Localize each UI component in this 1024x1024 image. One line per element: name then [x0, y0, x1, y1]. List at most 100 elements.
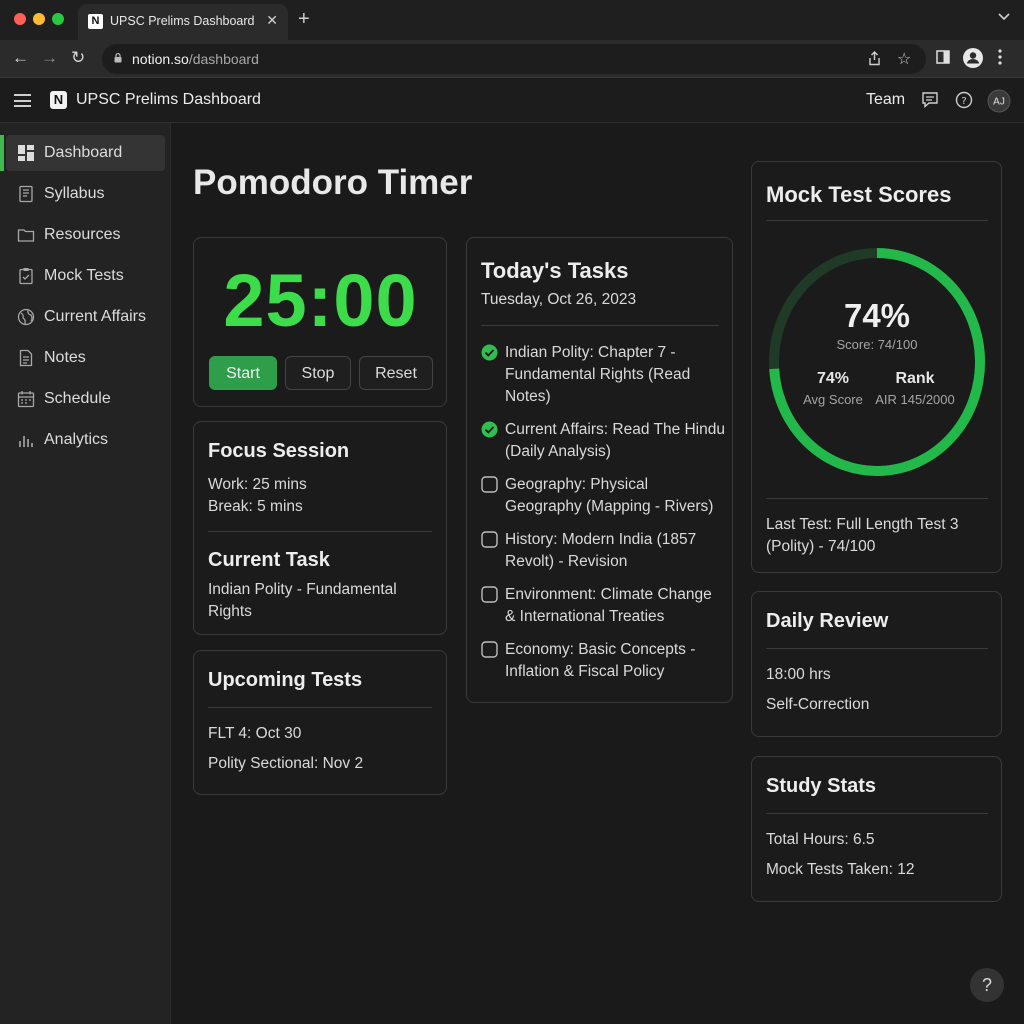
- daily-review-title: Daily Review: [766, 610, 889, 632]
- url-path: /dashboard: [188, 51, 259, 67]
- sidebar-item-syllabus[interactable]: Syllabus: [6, 176, 165, 212]
- tab-search-chevron-icon[interactable]: [998, 10, 1010, 24]
- sidebar-item-label: Analytics: [44, 431, 109, 448]
- break-duration: Break: 5 mins: [208, 498, 303, 515]
- checkbox-icon[interactable]: [481, 531, 498, 548]
- upcoming-tests-title: Upcoming Tests: [208, 669, 363, 691]
- start-button[interactable]: Start: [209, 356, 277, 390]
- comment-icon[interactable]: [921, 91, 939, 109]
- sidebar-item-label: Schedule: [44, 390, 111, 407]
- sidebar-item-label: Notes: [44, 349, 86, 366]
- sidebar-item-analytics[interactable]: Analytics: [6, 422, 165, 458]
- checked-circle-icon[interactable]: [481, 421, 498, 438]
- page-title: Pomodoro Timer: [193, 163, 473, 202]
- mock-scores-title: Mock Test Scores: [766, 182, 952, 207]
- sidebar-item-dashboard[interactable]: Dashboard: [0, 135, 165, 171]
- divider: [481, 325, 719, 326]
- sidebar-item-mock-tests[interactable]: Mock Tests: [6, 258, 165, 294]
- hamburger-menu-icon[interactable]: [14, 94, 31, 107]
- team-button[interactable]: Team: [866, 91, 905, 109]
- browser-toolbar: ← → ↻ notion.so/dashboard ☆: [0, 40, 1024, 78]
- back-arrow-icon[interactable]: ←: [12, 48, 29, 68]
- current-task-value: Indian Polity - Fundamental Rights: [208, 581, 397, 620]
- divider: [208, 531, 432, 532]
- app-title: UPSC Prelims Dashboard: [76, 91, 261, 108]
- stop-button[interactable]: Stop: [285, 356, 351, 390]
- task-text: History: Modern India (1857 Revolt) - Re…: [505, 531, 697, 570]
- url-text: notion.so/dashboard: [132, 51, 259, 67]
- side-panel-icon[interactable]: [936, 50, 950, 67]
- checkbox-icon[interactable]: [481, 476, 498, 493]
- folder-icon: [17, 229, 35, 242]
- kebab-menu-icon[interactable]: [998, 49, 1002, 68]
- avg-score-value: 74%: [816, 370, 850, 387]
- avatar[interactable]: AJ: [987, 89, 1011, 113]
- sidebar: Dashboard Syllabus Resources Mock Tests …: [0, 123, 171, 1024]
- review-note: Self-Correction: [766, 696, 870, 713]
- grid-icon: [18, 145, 34, 161]
- divider: [766, 220, 988, 221]
- focus-session-card: Focus Session Work: 25 mins Break: 5 min…: [193, 421, 447, 635]
- rank-value: Rank: [895, 370, 935, 387]
- tasks-date: Tuesday, Oct 26, 2023: [481, 291, 637, 308]
- current-task-title: Current Task: [208, 549, 330, 571]
- divider: [208, 707, 432, 708]
- reset-button[interactable]: Reset: [359, 356, 433, 390]
- daily-review-card: Daily Review 18:00 hrs Self-Correction: [751, 591, 1002, 737]
- sidebar-item-resources[interactable]: Resources: [6, 217, 165, 253]
- score-detail: Score: 74/100: [836, 337, 918, 352]
- book-icon: [19, 185, 33, 203]
- avatar-initials: AJ: [993, 97, 1005, 108]
- sidebar-item-schedule[interactable]: Schedule: [6, 381, 165, 417]
- sidebar-item-current-affairs[interactable]: Current Affairs: [6, 299, 165, 335]
- sidebar-item-label: Mock Tests: [44, 267, 124, 284]
- help-circle-icon[interactable]: ?: [955, 91, 973, 109]
- task-text: Current Affairs: Read The Hindu (Daily A…: [505, 421, 725, 460]
- help-button[interactable]: ?: [970, 968, 1004, 1002]
- upcoming-test-item: Polity Sectional: Nov 2: [208, 755, 364, 772]
- lock-icon: [114, 53, 122, 63]
- divider: [766, 813, 988, 814]
- timer-card: 25:00 Start Stop Reset: [193, 237, 447, 407]
- browser-tab-bar: N UPSC Prelims Dashboard ✕ +: [0, 0, 1024, 40]
- work-duration: Work: 25 mins: [208, 476, 307, 493]
- sidebar-item-label: Resources: [44, 226, 121, 243]
- forward-arrow-icon[interactable]: →: [41, 48, 58, 68]
- sidebar-item-label: Dashboard: [44, 144, 123, 161]
- new-tab-plus-icon[interactable]: +: [298, 8, 310, 30]
- sidebar-item-label: Syllabus: [44, 185, 105, 202]
- minimize-window-button[interactable]: [33, 13, 45, 25]
- profile-icon[interactable]: [962, 47, 984, 72]
- close-window-button[interactable]: [14, 13, 26, 25]
- task-text: Indian Polity: Chapter 7 - Fundamental R…: [505, 344, 691, 405]
- todays-tasks-card: Today's Tasks Tuesday, Oct 26, 2023 Indi…: [466, 237, 733, 703]
- checked-circle-icon[interactable]: [481, 344, 498, 361]
- notion-logo-icon: N: [50, 91, 67, 109]
- reload-icon[interactable]: ↻: [71, 48, 85, 68]
- document-icon: [19, 349, 33, 367]
- tab-close-icon[interactable]: ✕: [266, 12, 278, 29]
- notion-favicon-icon: N: [88, 14, 103, 29]
- tab-title: UPSC Prelims Dashboard: [110, 14, 255, 28]
- score-donut-chart: [769, 248, 985, 476]
- maximize-window-button[interactable]: [52, 13, 64, 25]
- sidebar-item-label: Current Affairs: [44, 308, 146, 325]
- svg-text:?: ?: [961, 96, 966, 107]
- review-time: 18:00 hrs: [766, 666, 831, 683]
- tasks-title: Today's Tasks: [481, 258, 629, 283]
- bookmark-star-icon[interactable]: ☆: [897, 49, 911, 69]
- total-hours: Total Hours: 6.5: [766, 831, 875, 848]
- checkbox-icon[interactable]: [481, 586, 498, 603]
- mock-tests-taken: Mock Tests Taken: 12: [766, 861, 915, 878]
- share-icon[interactable]: [868, 51, 881, 69]
- checkbox-icon[interactable]: [481, 641, 498, 658]
- address-bar[interactable]: notion.so/dashboard ☆: [102, 44, 926, 74]
- sidebar-item-notes[interactable]: Notes: [6, 340, 165, 376]
- browser-tab[interactable]: N UPSC Prelims Dashboard ✕: [78, 4, 288, 40]
- url-host: notion.so: [132, 51, 189, 67]
- globe-icon: [17, 308, 35, 326]
- timer-display: 25:00: [223, 259, 418, 342]
- divider: [766, 498, 988, 499]
- last-test-summary: Last Test: Full Length Test 3 (Polity) -…: [766, 516, 959, 555]
- app-header: N UPSC Prelims Dashboard Team ?: [0, 79, 1024, 123]
